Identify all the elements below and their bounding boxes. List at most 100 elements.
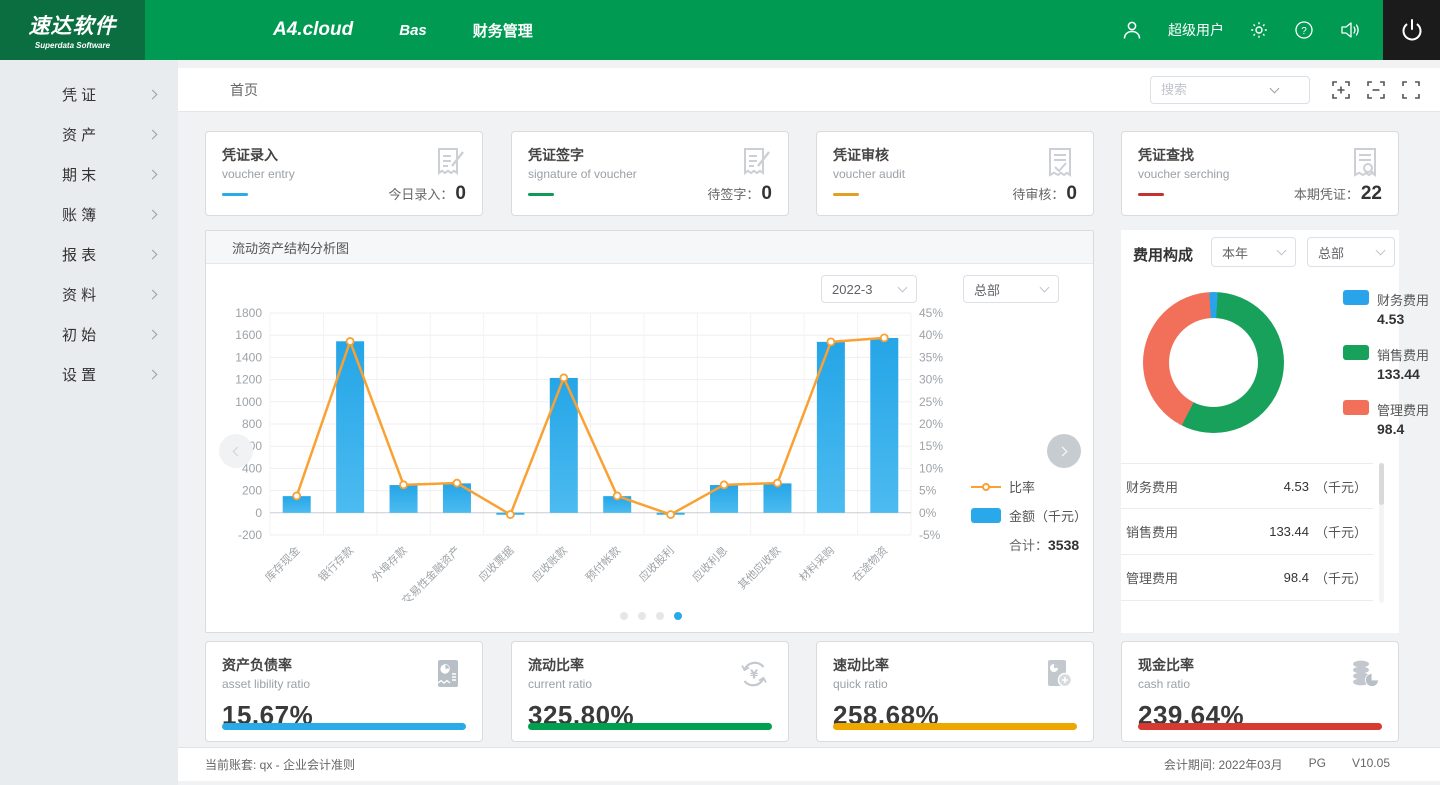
sidebar-item-data[interactable]: 资 料: [0, 274, 178, 314]
svg-text:-200: -200: [238, 528, 262, 542]
legend-swatch: [1343, 345, 1369, 360]
svg-text:1800: 1800: [235, 306, 262, 320]
sidebar-item-label: 账 簿: [62, 204, 96, 225]
svg-text:5%: 5%: [919, 484, 937, 498]
line-swatch-icon: [971, 486, 1001, 488]
document-coin-icon: [1039, 654, 1079, 694]
username[interactable]: 超级用户: [1168, 20, 1224, 40]
scrollbar-thumb[interactable]: [1379, 463, 1384, 505]
voucher-sign-card[interactable]: 凭证签字 signature of voucher 待签字：0: [511, 131, 789, 216]
pg-text: PG: [1309, 756, 1326, 773]
legend-label: 财务费用: [1377, 290, 1429, 309]
voucher-audit-card[interactable]: 凭证审核 voucher audit 待审核：0: [816, 131, 1094, 216]
zoom-in-icon[interactable]: [1332, 81, 1350, 99]
row-value: 98.4: [1284, 570, 1309, 585]
svg-text:45%: 45%: [919, 306, 943, 320]
chart-period-select[interactable]: 2022-3: [821, 275, 917, 303]
voucher-entry-card[interactable]: 凭证录入 voucher entry 今日录入：0: [205, 131, 483, 216]
expense-panel-title: 费用构成: [1133, 244, 1193, 265]
legend-value: 133.44: [1377, 366, 1429, 382]
sidebar-item-settings[interactable]: 设 置: [0, 354, 178, 394]
svg-text:在途物资: 在途物资: [849, 543, 890, 584]
legend-value: 98.4: [1377, 421, 1429, 437]
expense-org-select[interactable]: 总部: [1307, 237, 1395, 267]
legend-value: 4.53: [1377, 311, 1429, 327]
legend-item-admin[interactable]: 管理费用 98.4: [1343, 400, 1429, 437]
expense-year-select[interactable]: 本年: [1211, 237, 1296, 267]
sidebar-item-period-end[interactable]: 期 末: [0, 154, 178, 194]
product-name: A4.cloud: [273, 19, 353, 41]
chevron-down-icon: [1376, 246, 1386, 256]
sidebar-item-label: 报 表: [62, 244, 96, 265]
asset-liability-ratio-card[interactable]: 资产负债率 asset libility ratio 15.67%: [205, 641, 483, 742]
svg-text:材料采购: 材料采购: [796, 543, 837, 584]
sidebar-item-label: 期 末: [62, 164, 96, 185]
zoom-out-icon[interactable]: [1367, 81, 1385, 99]
sidebar-item-initial[interactable]: 初 始: [0, 314, 178, 354]
current-assets-chart-panel: 流动资产结构分析图 2022-3 总部 180045%160040%140035…: [205, 230, 1094, 633]
legend-item-finance[interactable]: 财务费用 4.53: [1343, 290, 1429, 327]
legend-item-sales[interactable]: 销售费用 133.44: [1343, 345, 1429, 382]
accent-dash: [833, 193, 859, 196]
svg-text:20%: 20%: [919, 417, 943, 431]
breadcrumb[interactable]: 首页: [230, 80, 258, 100]
svg-text:¥: ¥: [750, 668, 759, 682]
current-ratio-card[interactable]: 流动比率 current ratio 325.80% ¥: [511, 641, 789, 742]
row-unit: （千元）: [1315, 568, 1367, 587]
logo-subtitle: Superdata Software: [35, 41, 110, 50]
chart-legend: 比率 金额（千元） 合计：3538: [971, 477, 1091, 554]
voucher-search-card[interactable]: 凭证查找 voucher serching 本期凭证：22: [1121, 131, 1399, 216]
logout-power-button[interactable]: [1383, 0, 1440, 60]
svg-text:800: 800: [242, 417, 262, 431]
svg-text:1400: 1400: [235, 350, 262, 364]
svg-text:30%: 30%: [919, 373, 943, 387]
select-value: 总部: [1318, 243, 1344, 262]
pager-dot[interactable]: [656, 612, 664, 620]
nav-item-bas[interactable]: Bas: [399, 22, 427, 39]
chart-next-arrow-button[interactable]: [1047, 434, 1081, 468]
user-icon[interactable]: [1121, 19, 1143, 41]
search-box[interactable]: [1150, 76, 1310, 104]
sidebar-item-assets[interactable]: 资 产: [0, 114, 178, 154]
select-value: 总部: [974, 280, 1000, 299]
row-label: 管理费用: [1126, 568, 1178, 587]
legend-line-item[interactable]: 比率: [971, 477, 1091, 496]
search-input[interactable]: [1161, 82, 1271, 97]
expense-legend: 财务费用 4.53 销售费用 133.44 管理费用 98.4: [1343, 290, 1429, 455]
header-nav: A4.cloud Bas 财务管理: [145, 0, 533, 60]
quick-ratio-card[interactable]: 速动比率 quick ratio 258.68%: [816, 641, 1094, 742]
legend-label: 销售费用: [1377, 345, 1429, 364]
legend-label: 管理费用: [1377, 400, 1429, 419]
sidebar-item-books[interactable]: 账 簿: [0, 194, 178, 234]
chevron-down-icon: [1040, 283, 1050, 293]
pager-dot[interactable]: [638, 612, 646, 620]
chart-org-select[interactable]: 总部: [963, 275, 1059, 303]
sidebar: 凭 证 资 产 期 末 账 簿 报 表 资 料 初 始 设 置: [0, 60, 178, 785]
speaker-icon[interactable]: [1339, 20, 1361, 40]
stat-label: 待签字：: [707, 187, 759, 202]
settings-gear-icon[interactable]: [1249, 20, 1269, 40]
table-row: 销售费用 133.44 （千元）: [1121, 509, 1373, 555]
chevron-down-icon: [1277, 246, 1287, 256]
svg-text:应收股利: 应收股利: [636, 543, 677, 584]
scrollbar-track[interactable]: [1379, 463, 1384, 603]
sidebar-item-label: 资 料: [62, 284, 96, 305]
cash-ratio-card[interactable]: 现金比率 cash ratio 239.64%: [1121, 641, 1399, 742]
legend-bar-item[interactable]: 金额（千元）: [971, 506, 1091, 525]
fullscreen-icon[interactable]: [1402, 81, 1420, 99]
legend-swatch: [1343, 400, 1369, 415]
help-icon[interactable]: ?: [1294, 20, 1314, 40]
pager-dot[interactable]: [620, 612, 628, 620]
main-content: 首页 凭证录入 voucher entry 今日录入：0 凭证签字 signa: [178, 60, 1440, 785]
svg-text:银行存款: 银行存款: [315, 543, 356, 584]
row-value: 4.53: [1284, 479, 1309, 494]
chart-prev-arrow-button[interactable]: [219, 434, 253, 468]
expense-donut-chart: [1143, 292, 1284, 433]
sidebar-item-voucher[interactable]: 凭 证: [0, 74, 178, 114]
nav-item-finance[interactable]: 财务管理: [473, 20, 533, 41]
sidebar-item-reports[interactable]: 报 表: [0, 234, 178, 274]
app-logo: 速达软件 Superdata Software: [0, 0, 145, 60]
chevron-right-icon: [148, 329, 158, 339]
legend-swatch: [1343, 290, 1369, 305]
pager-dot[interactable]: [674, 612, 682, 620]
